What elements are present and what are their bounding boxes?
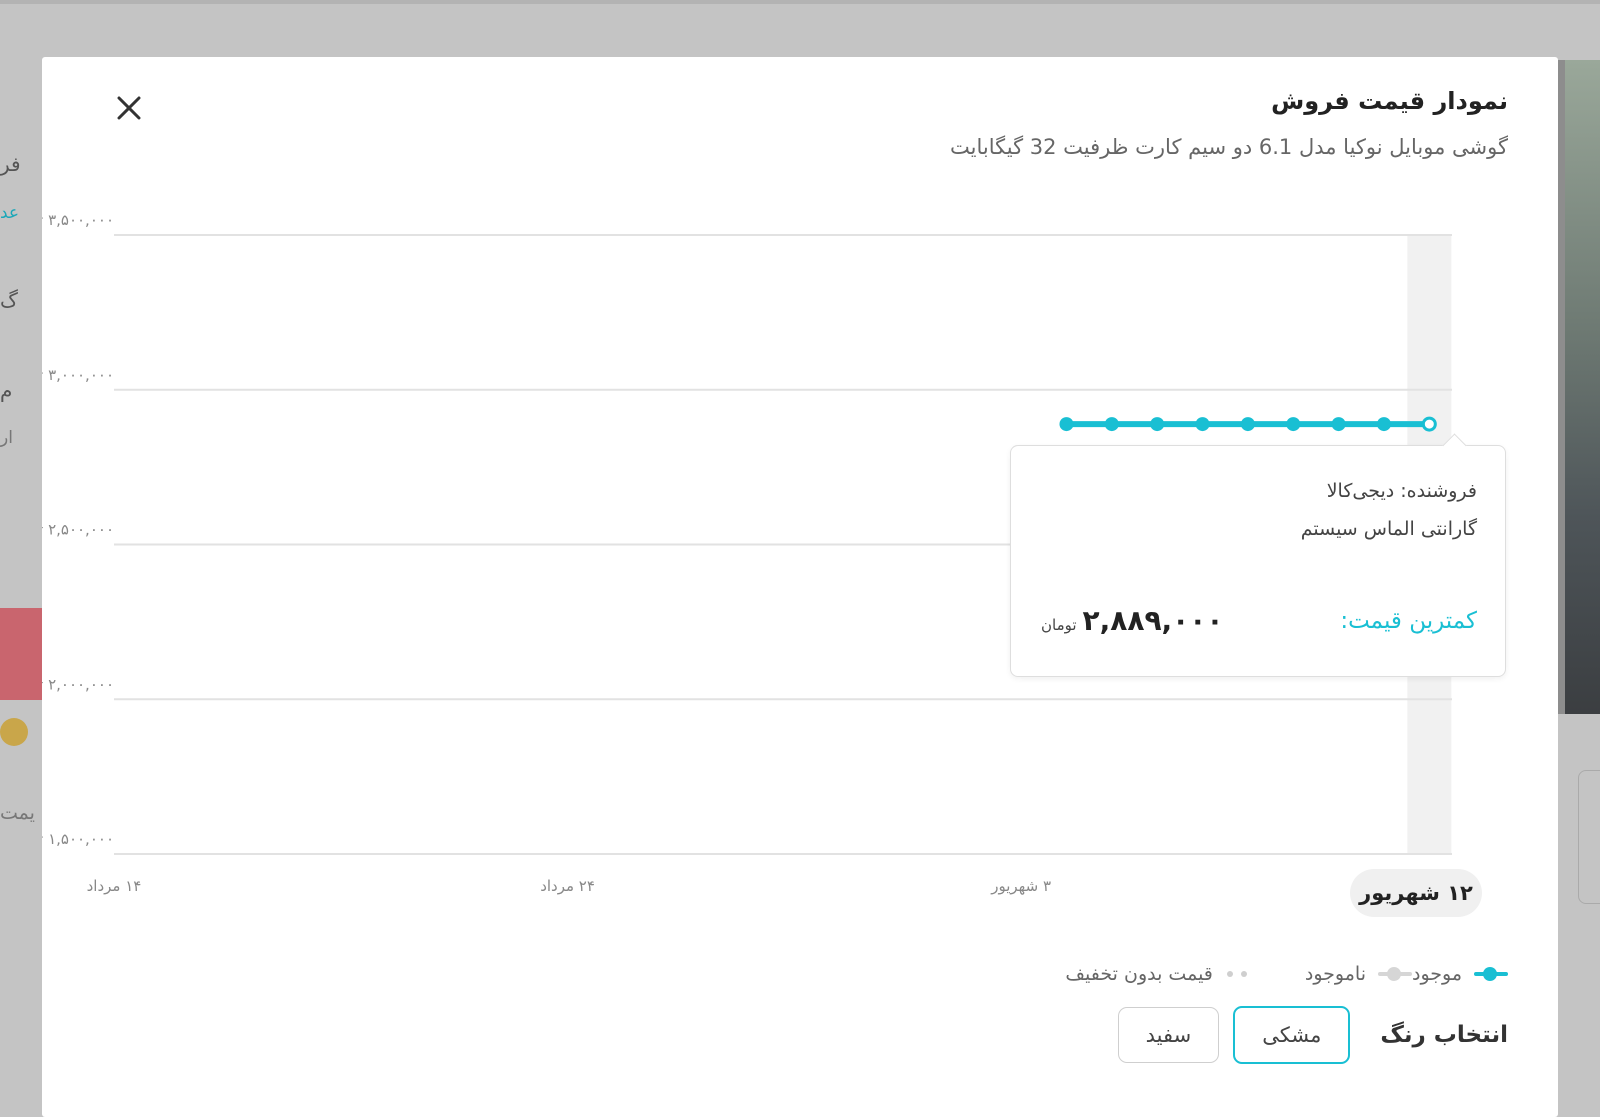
x-tick-label-selected: ۱۲ شهریور xyxy=(1350,869,1482,917)
bg-text-fragment: یمت xyxy=(0,802,35,824)
tooltip-price: ۲,۸۸۹,۰۰۰ تومان xyxy=(1041,604,1223,637)
data-point-selected xyxy=(1421,416,1437,432)
y-tick-label: ۲,۵۰۰,۰۰۰ تومان xyxy=(42,521,114,539)
data-point xyxy=(1331,417,1346,432)
tooltip-price-label: کمترین قیمت: xyxy=(1340,608,1477,634)
data-point xyxy=(1150,417,1165,432)
legend-label: قیمت بدون تخفیف xyxy=(1065,963,1213,985)
color-selector-label: انتخاب رنگ xyxy=(1380,1022,1508,1048)
data-point xyxy=(1286,417,1301,432)
price-tooltip: فروشنده: دیجی‌کالا گارانتی الماس سیستم ک… xyxy=(1010,445,1506,677)
tooltip-price-value: ۲,۸۸۹,۰۰۰ xyxy=(1082,604,1224,637)
color-option-white[interactable]: سفید xyxy=(1117,1007,1220,1063)
dotted-line-icon xyxy=(1225,968,1251,980)
bg-text-fragment: ار xyxy=(0,428,13,448)
bg-banner xyxy=(0,608,42,700)
data-point xyxy=(1240,417,1255,432)
page-top-border xyxy=(0,0,1600,4)
y-tick-label: ۳,۵۰۰,۰۰۰ تومان xyxy=(42,211,114,229)
y-tick-label: ۲,۰۰۰,۰۰۰ تومان xyxy=(42,675,114,693)
bg-text-fragment: گ xyxy=(0,288,18,312)
coin-icon xyxy=(0,718,28,746)
x-tick-label: ۲۴ مرداد xyxy=(540,877,595,895)
tooltip-warranty: گارانتی الماس سیستم xyxy=(1300,518,1477,540)
color-selector: انتخاب رنگ مشکی سفید xyxy=(1104,1006,1508,1064)
color-option-black[interactable]: مشکی xyxy=(1233,1006,1351,1064)
data-point xyxy=(1104,417,1119,432)
x-tick-label: ۱۴ مرداد xyxy=(87,877,142,895)
x-tick-label: ۳ شهریور xyxy=(990,877,1051,895)
available-line-icon xyxy=(1474,967,1508,981)
tooltip-seller: فروشنده: دیجی‌کالا xyxy=(1326,480,1477,502)
data-point xyxy=(1195,417,1210,432)
y-tick-label: ۳,۰۰۰,۰۰۰ تومان xyxy=(42,366,114,384)
bg-text-fragment: عد xyxy=(0,203,20,223)
legend-item-no-discount[interactable]: قیمت بدون تخفیف xyxy=(1065,963,1251,985)
chart-legend: موجود ناموجود قیمت بدون تخفیف xyxy=(1011,959,1508,989)
legend-item-available[interactable]: موجود xyxy=(1412,963,1508,985)
y-tick-label: ۱,۵۰۰,۰۰۰ تومان xyxy=(42,830,114,848)
legend-label: موجود xyxy=(1411,963,1462,985)
bg-text-fragment: فر xyxy=(0,152,21,176)
unavailable-line-icon xyxy=(1377,967,1412,981)
legend-item-unavailable[interactable]: ناموجود xyxy=(1305,963,1412,985)
bg-text-fragment: م xyxy=(0,378,13,402)
tooltip-price-unit: تومان xyxy=(1041,616,1077,634)
price-chart-modal: نمودار قیمت فروش گوشی موبایل نوکیا مدل 6… xyxy=(42,57,1558,1117)
data-point xyxy=(1059,417,1074,432)
legend-label: ناموجود xyxy=(1304,963,1366,985)
bg-product-image-photo xyxy=(1565,60,1600,714)
bg-side-box xyxy=(1578,770,1600,904)
data-point xyxy=(1376,417,1391,432)
